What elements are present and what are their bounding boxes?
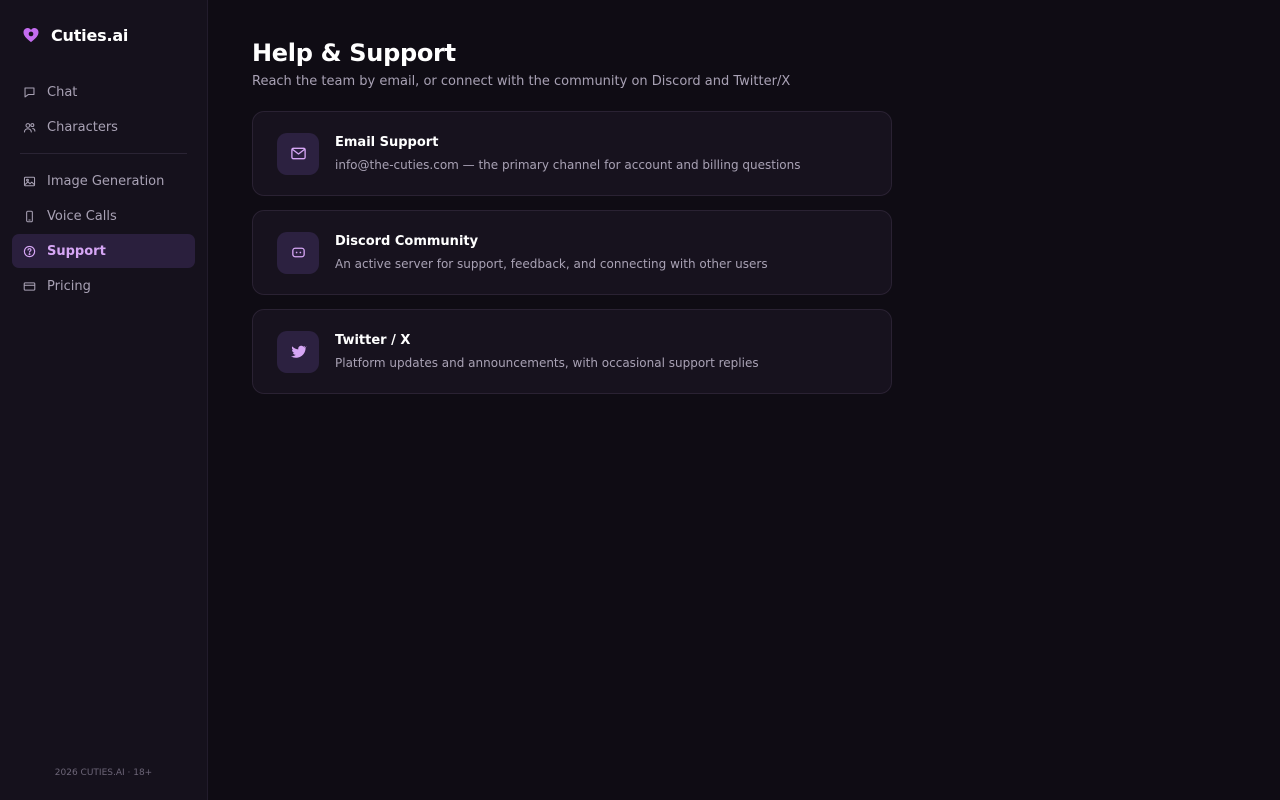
card-title: Twitter / X	[335, 333, 411, 348]
image-icon	[23, 175, 36, 188]
sidebar-item-image-generation[interactable]: Image Generation	[12, 164, 195, 198]
card-body: Email Support info@the-cuties.com — the …	[335, 135, 800, 172]
chat-icon	[23, 86, 36, 99]
help-circle-icon	[23, 245, 36, 258]
sidebar-footer: 2026 CUTIES.AI · 18+	[54, 768, 153, 778]
email-support-card[interactable]: Email Support info@the-cuties.com — the …	[252, 111, 892, 196]
users-icon	[23, 121, 36, 134]
sidebar-item-label: Voice Calls	[47, 208, 117, 224]
card-title: Discord Community	[335, 234, 479, 249]
sidebar-item-label: Characters	[47, 119, 118, 135]
sidebar-item-label: Image Generation	[47, 173, 165, 189]
nav-secondary: Image Generation Voice Calls Support Pri…	[12, 164, 195, 303]
sidebar-item-voice-calls[interactable]: Voice Calls	[12, 199, 195, 233]
card-title: Email Support	[335, 135, 439, 150]
sidebar-item-label: Chat	[47, 84, 78, 100]
twitter-icon	[277, 330, 319, 373]
card-description: Platform updates and announcements, with…	[335, 356, 759, 370]
brand[interactable]: Cuties.ai	[12, 0, 195, 70]
discord-icon	[277, 231, 319, 274]
sidebar-item-characters[interactable]: Characters	[12, 110, 195, 144]
support-cards: Email Support info@the-cuties.com — the …	[252, 111, 892, 394]
card-body: Discord Community An active server for s…	[335, 234, 768, 271]
sidebar-item-pricing[interactable]: Pricing	[12, 269, 195, 303]
heart-icon	[22, 26, 40, 44]
card-description: info@the-cuties.com — the primary channe…	[335, 158, 801, 172]
card-body: Twitter / X Platform updates and announc…	[335, 333, 759, 370]
sidebar-item-label: Pricing	[47, 278, 91, 294]
nav-primary: Chat Characters	[12, 75, 195, 144]
card-description: An active server for support, feedback, …	[335, 257, 768, 271]
sidebar-item-support[interactable]: Support	[12, 234, 195, 268]
page-subtitle: Reach the team by email, or connect with…	[252, 74, 791, 89]
sidebar-item-chat[interactable]: Chat	[12, 75, 195, 109]
sidebar-divider	[20, 153, 187, 154]
sidebar-item-label: Support	[47, 243, 106, 259]
phone-icon	[23, 210, 36, 223]
brand-name: Cuties.ai	[51, 25, 129, 45]
mail-icon	[277, 132, 319, 175]
twitter-card[interactable]: Twitter / X Platform updates and announc…	[252, 309, 892, 394]
credit-card-icon	[23, 280, 36, 293]
discord-community-card[interactable]: Discord Community An active server for s…	[252, 210, 892, 295]
sidebar: Cuties.ai Chat Characters Image Generati…	[0, 0, 208, 800]
main-content: Help & Support Reach the team by email, …	[208, 0, 1280, 800]
page-title: Help & Support	[252, 39, 456, 67]
app-root: Cuties.ai Chat Characters Image Generati…	[0, 0, 1280, 800]
